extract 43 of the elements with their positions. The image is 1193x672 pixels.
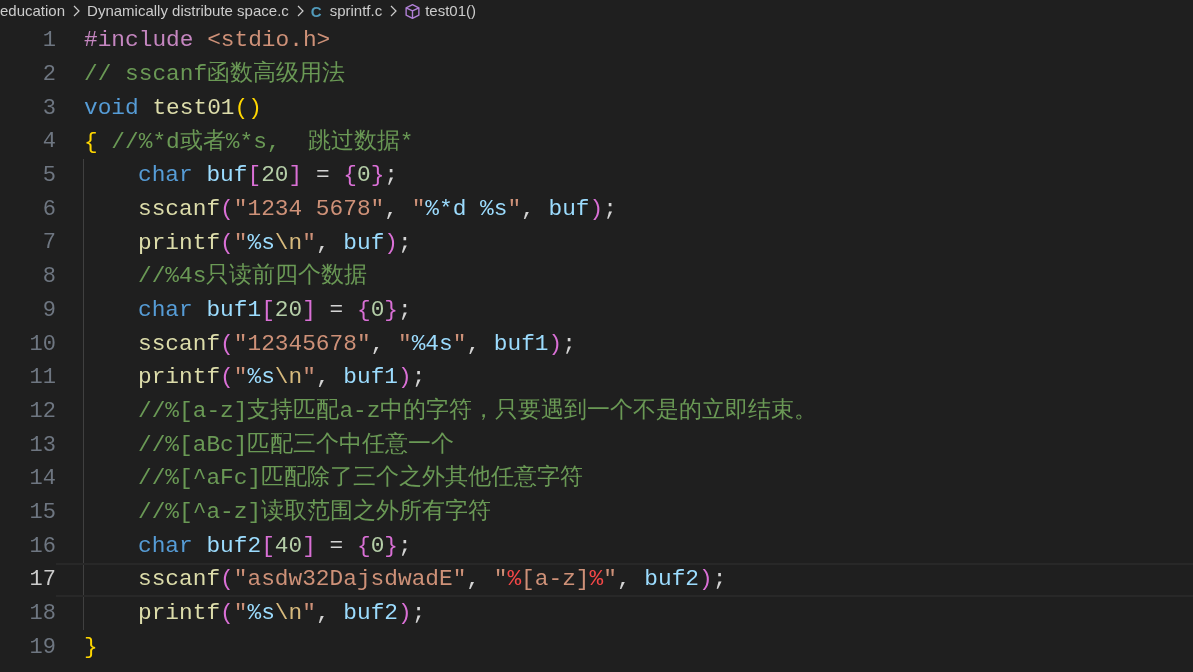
breadcrumb-item[interactable]: test01() [425,0,477,23]
line-number: 1 [41,27,56,56]
line-number: 14 [28,465,56,494]
line-number: 4 [41,128,56,157]
c-language-icon: C [310,3,322,19]
line-number: 5 [41,162,56,191]
code-line: printf("%s\n", buf2); [138,602,426,625]
line-number: 7 [41,229,56,258]
line-number: 8 [41,263,56,292]
line-number: 18 [28,600,56,629]
code-line: //%4s只读前四个数据 [138,265,368,289]
line-number: 9 [41,296,56,325]
breadcrumb-item[interactable]: Dynamically distribute space.c [87,0,289,23]
code-line: char buf1[20] = {0}; [138,298,412,322]
chevron-right-icon [72,5,81,17]
code-line: char buf[20] = {0}; [138,164,398,187]
line-number: 2 [41,61,56,90]
code-line: { //%*d或者%*s, 跳过数据* [84,130,414,154]
code-line: printf("%s\n", buf1); [138,366,426,390]
line-number: 6 [41,195,56,224]
line-number: 16 [28,532,56,561]
code-line: printf("%s\n", buf); [138,231,412,255]
line-number: 3 [41,94,56,123]
code-line: char buf2[40] = {0}; [138,534,412,558]
line-number: 17 [28,566,56,595]
line-number: 15 [28,498,56,527]
breadcrumb-item[interactable]: education [0,0,66,23]
code-line: sscanf("asdw32DajsdwadE", "%[a-z]%", buf2); [138,568,727,592]
line-number: 10 [28,330,56,359]
code-line: void test01() [84,96,262,120]
code-line: #include <stdio.h> [84,29,331,53]
chevron-right-icon [389,5,398,17]
line-number: 12 [28,397,56,426]
code-line: sscanf("1234 5678", "%*d %s", buf); [138,197,617,221]
chevron-right-icon [295,5,304,17]
line-number: 13 [28,431,56,460]
code-line: } [84,635,98,659]
code-line: sscanf("12345678", "%4s", buf1); [138,332,576,356]
line-number: 19 [28,633,56,662]
cube-icon [404,2,422,20]
breadcrumb-item[interactable]: sprintf.c [329,0,383,23]
code-line: //%[aBc]匹配三个中任意一个 [138,433,455,457]
line-number: 11 [28,364,56,393]
